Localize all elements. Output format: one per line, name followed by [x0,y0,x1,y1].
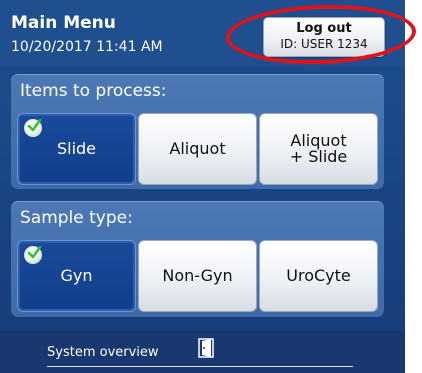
aliquot-label: Aliquot [169,139,226,158]
non-gyn-option[interactable]: Non-Gyn [138,240,257,312]
urocyte-label: UroCyte [286,266,351,285]
checkmark-icon [24,245,42,264]
items-to-process-label: Items to process: [20,81,167,101]
items-to-process-panel: Items to process: Slide Aliquot Aliquot … [11,74,384,189]
aliquot-slide-label-line2: + Slide [289,147,348,166]
urocyte-option[interactable]: UroCyte [259,240,378,312]
system-overview-link[interactable]: System overview [47,345,159,360]
non-gyn-label: Non-Gyn [162,266,233,285]
aliquot-slide-option[interactable]: Aliquot + Slide [259,113,378,185]
footer: System overview [0,331,405,373]
page-title: Main Menu [11,13,116,33]
gyn-option[interactable]: Gyn [17,240,136,312]
door-icon[interactable] [198,338,214,362]
slide-option[interactable]: Slide [17,113,136,185]
aliquot-option[interactable]: Aliquot [138,113,257,185]
gyn-label: Gyn [60,266,93,285]
sample-type-label: Sample type: [20,208,133,228]
datetime: 10/20/2017 11:41 AM [11,39,163,55]
sample-type-panel: Sample type: Gyn Non-Gyn UroCyte [11,201,384,317]
footer-divider [47,366,353,367]
checkmark-icon [24,118,42,137]
slide-label: Slide [56,139,97,158]
